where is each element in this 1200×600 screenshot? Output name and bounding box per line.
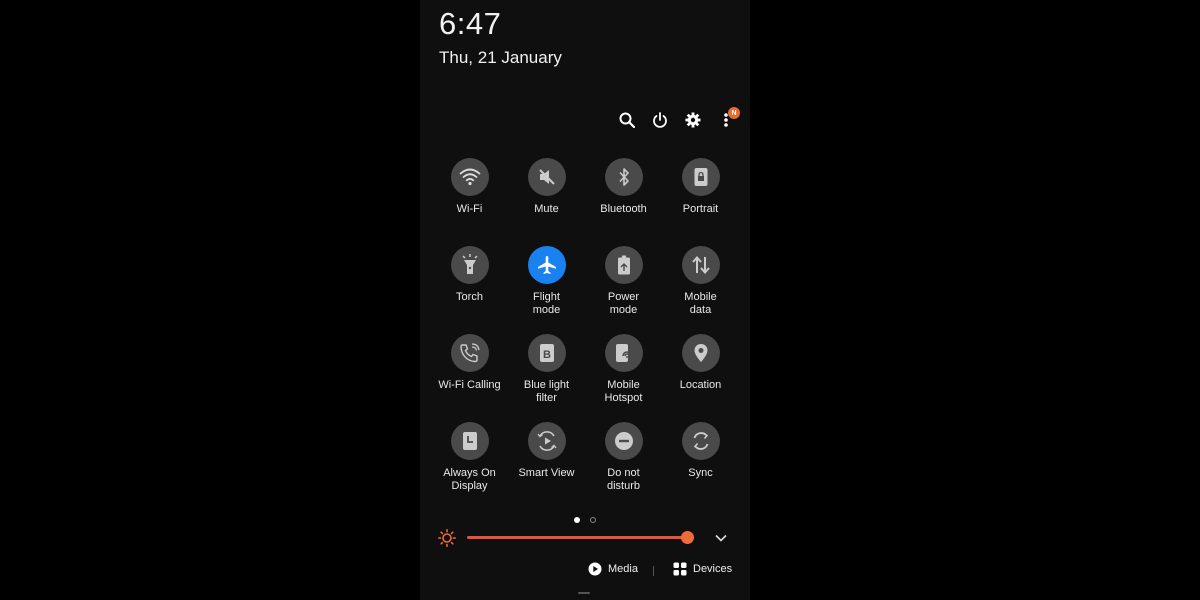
devices-button[interactable]: Devices	[673, 562, 732, 576]
tile-mobile-hotspot[interactable]: Mobile Hotspot	[585, 334, 662, 405]
brightness-slider-thumb[interactable]	[680, 531, 694, 544]
tile-blue-light-filter[interactable]: B Blue light filter	[508, 334, 585, 405]
bluetooth-icon	[604, 158, 643, 196]
media-label: Media	[608, 563, 638, 575]
panel-toolbar	[420, 110, 750, 130]
tile-flight-mode[interactable]: Flight mode	[508, 246, 585, 317]
page-indicator	[420, 510, 750, 528]
tile-portrait[interactable]: Portrait	[662, 158, 739, 216]
do-not-disturb-icon	[604, 422, 643, 460]
svg-text:B: B	[543, 349, 551, 361]
wifi-icon	[450, 158, 489, 196]
play-icon	[588, 562, 602, 576]
tile-always-on-display[interactable]: Always On Display	[431, 422, 508, 493]
devices-label: Devices	[693, 563, 733, 575]
chevron-down-icon[interactable]	[711, 528, 731, 548]
drag-handle[interactable]	[578, 592, 590, 594]
tile-smart-view[interactable]: Smart View	[508, 422, 585, 480]
location-icon	[681, 334, 720, 372]
tile-label: Do not disturb	[606, 467, 641, 492]
always-on-display-icon	[450, 422, 489, 460]
tile-mobile-data[interactable]: Mobile data	[662, 246, 739, 317]
tile-label: Flight mode	[532, 291, 561, 316]
tile-label: Smart View	[518, 467, 575, 479]
tile-wifi-calling[interactable]: Wi-Fi Calling	[431, 334, 508, 392]
tile-sync[interactable]: Sync	[662, 422, 739, 480]
date[interactable]: Thu, 21 January	[439, 48, 562, 68]
tile-location[interactable]: Location	[662, 334, 739, 392]
hotspot-icon	[604, 334, 643, 372]
brightness-slider-track[interactable]	[467, 536, 694, 539]
airplane-icon	[527, 246, 566, 284]
portrait-lock-icon	[681, 158, 720, 196]
media-button[interactable]: Media	[588, 562, 638, 576]
notification-badge: N	[728, 107, 740, 119]
tile-label: Bluetooth	[600, 203, 647, 215]
tile-mute[interactable]: Mute	[508, 158, 585, 216]
tile-bluetooth[interactable]: Bluetooth	[585, 158, 662, 216]
divider	[653, 566, 654, 576]
wifi-calling-icon	[450, 334, 489, 372]
tile-label: Location	[679, 379, 722, 391]
tile-label: Mute	[534, 203, 559, 215]
power-icon[interactable]	[650, 110, 670, 130]
tile-label: Wi-Fi Calling	[438, 379, 501, 391]
tile-label: Mobile Hotspot	[604, 379, 643, 404]
tile-label: Always On Display	[443, 467, 496, 492]
mute-icon	[527, 158, 566, 196]
page-dot[interactable]	[590, 517, 597, 523]
smart-view-icon	[527, 422, 566, 460]
brightness-sun-icon	[437, 528, 457, 548]
search-icon[interactable]	[617, 110, 637, 130]
tile-label: Power mode	[607, 291, 640, 316]
tile-label: Sync	[688, 467, 713, 479]
tile-wifi[interactable]: Wi-Fi	[431, 158, 508, 216]
quick-panel: 6:47 Thu, 21 January N Wi-Fi Mute Blueto…	[420, 0, 750, 600]
bottom-bar: Media Devices	[420, 562, 750, 582]
tile-label: Torch	[456, 291, 483, 303]
power-mode-icon	[604, 246, 643, 284]
torch-icon	[450, 246, 489, 284]
brightness-control	[420, 528, 750, 548]
sync-icon	[681, 422, 720, 460]
tile-do-not-disturb[interactable]: Do not disturb	[585, 422, 662, 493]
tile-label: Mobile data	[684, 291, 717, 316]
tile-label: Blue light filter	[523, 379, 570, 404]
tile-power-mode[interactable]: Power mode	[585, 246, 662, 317]
mobile-data-icon	[681, 246, 720, 284]
clock[interactable]: 6:47	[439, 6, 501, 42]
tile-torch[interactable]: Torch	[431, 246, 508, 304]
devices-grid-icon	[673, 562, 687, 576]
tile-label: Portrait	[682, 203, 719, 215]
settings-gear-icon[interactable]	[683, 110, 703, 130]
blue-light-icon: B	[527, 334, 566, 372]
page-dot-active[interactable]	[573, 517, 580, 523]
tile-label: Wi-Fi	[456, 203, 483, 215]
